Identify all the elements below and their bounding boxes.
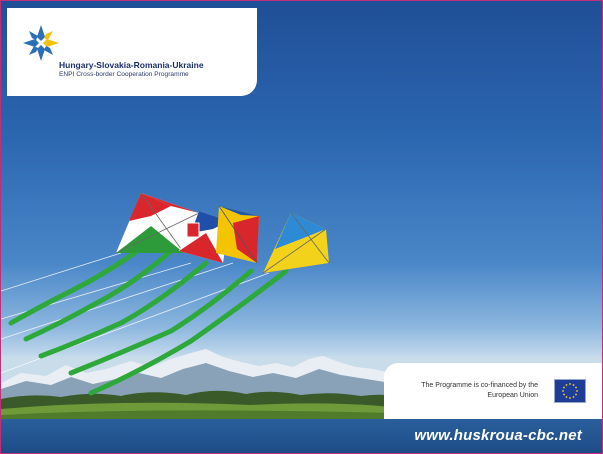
star-logo-icon — [23, 25, 59, 61]
eu-cofinancing-text: The Programme is co-financed by the Euro… — [388, 381, 538, 400]
poster: Hungary-Slovakia-Romania-Ukraine ENPI Cr… — [0, 0, 603, 454]
programme-subtitle: ENPI Cross-border Cooperation Programme — [59, 71, 189, 78]
programme-logo-card: Hungary-Slovakia-Romania-Ukraine ENPI Cr… — [7, 8, 257, 96]
eu-notice-line1: The Programme is co-financed by the — [421, 382, 538, 389]
kite-romania — [216, 205, 259, 264]
eu-flag-icon — [554, 379, 586, 403]
eu-notice-line2: European Union — [487, 391, 538, 399]
website-link[interactable]: www.huskroua-cbc.net — [414, 427, 582, 444]
kite-ukraine — [262, 212, 330, 274]
footer-bar: www.huskroua-cbc.net — [1, 419, 602, 453]
eu-cofinancing-card: The Programme is co-financed by the Euro… — [384, 363, 602, 419]
programme-title: Hungary-Slovakia-Romania-Ukraine — [59, 60, 204, 70]
